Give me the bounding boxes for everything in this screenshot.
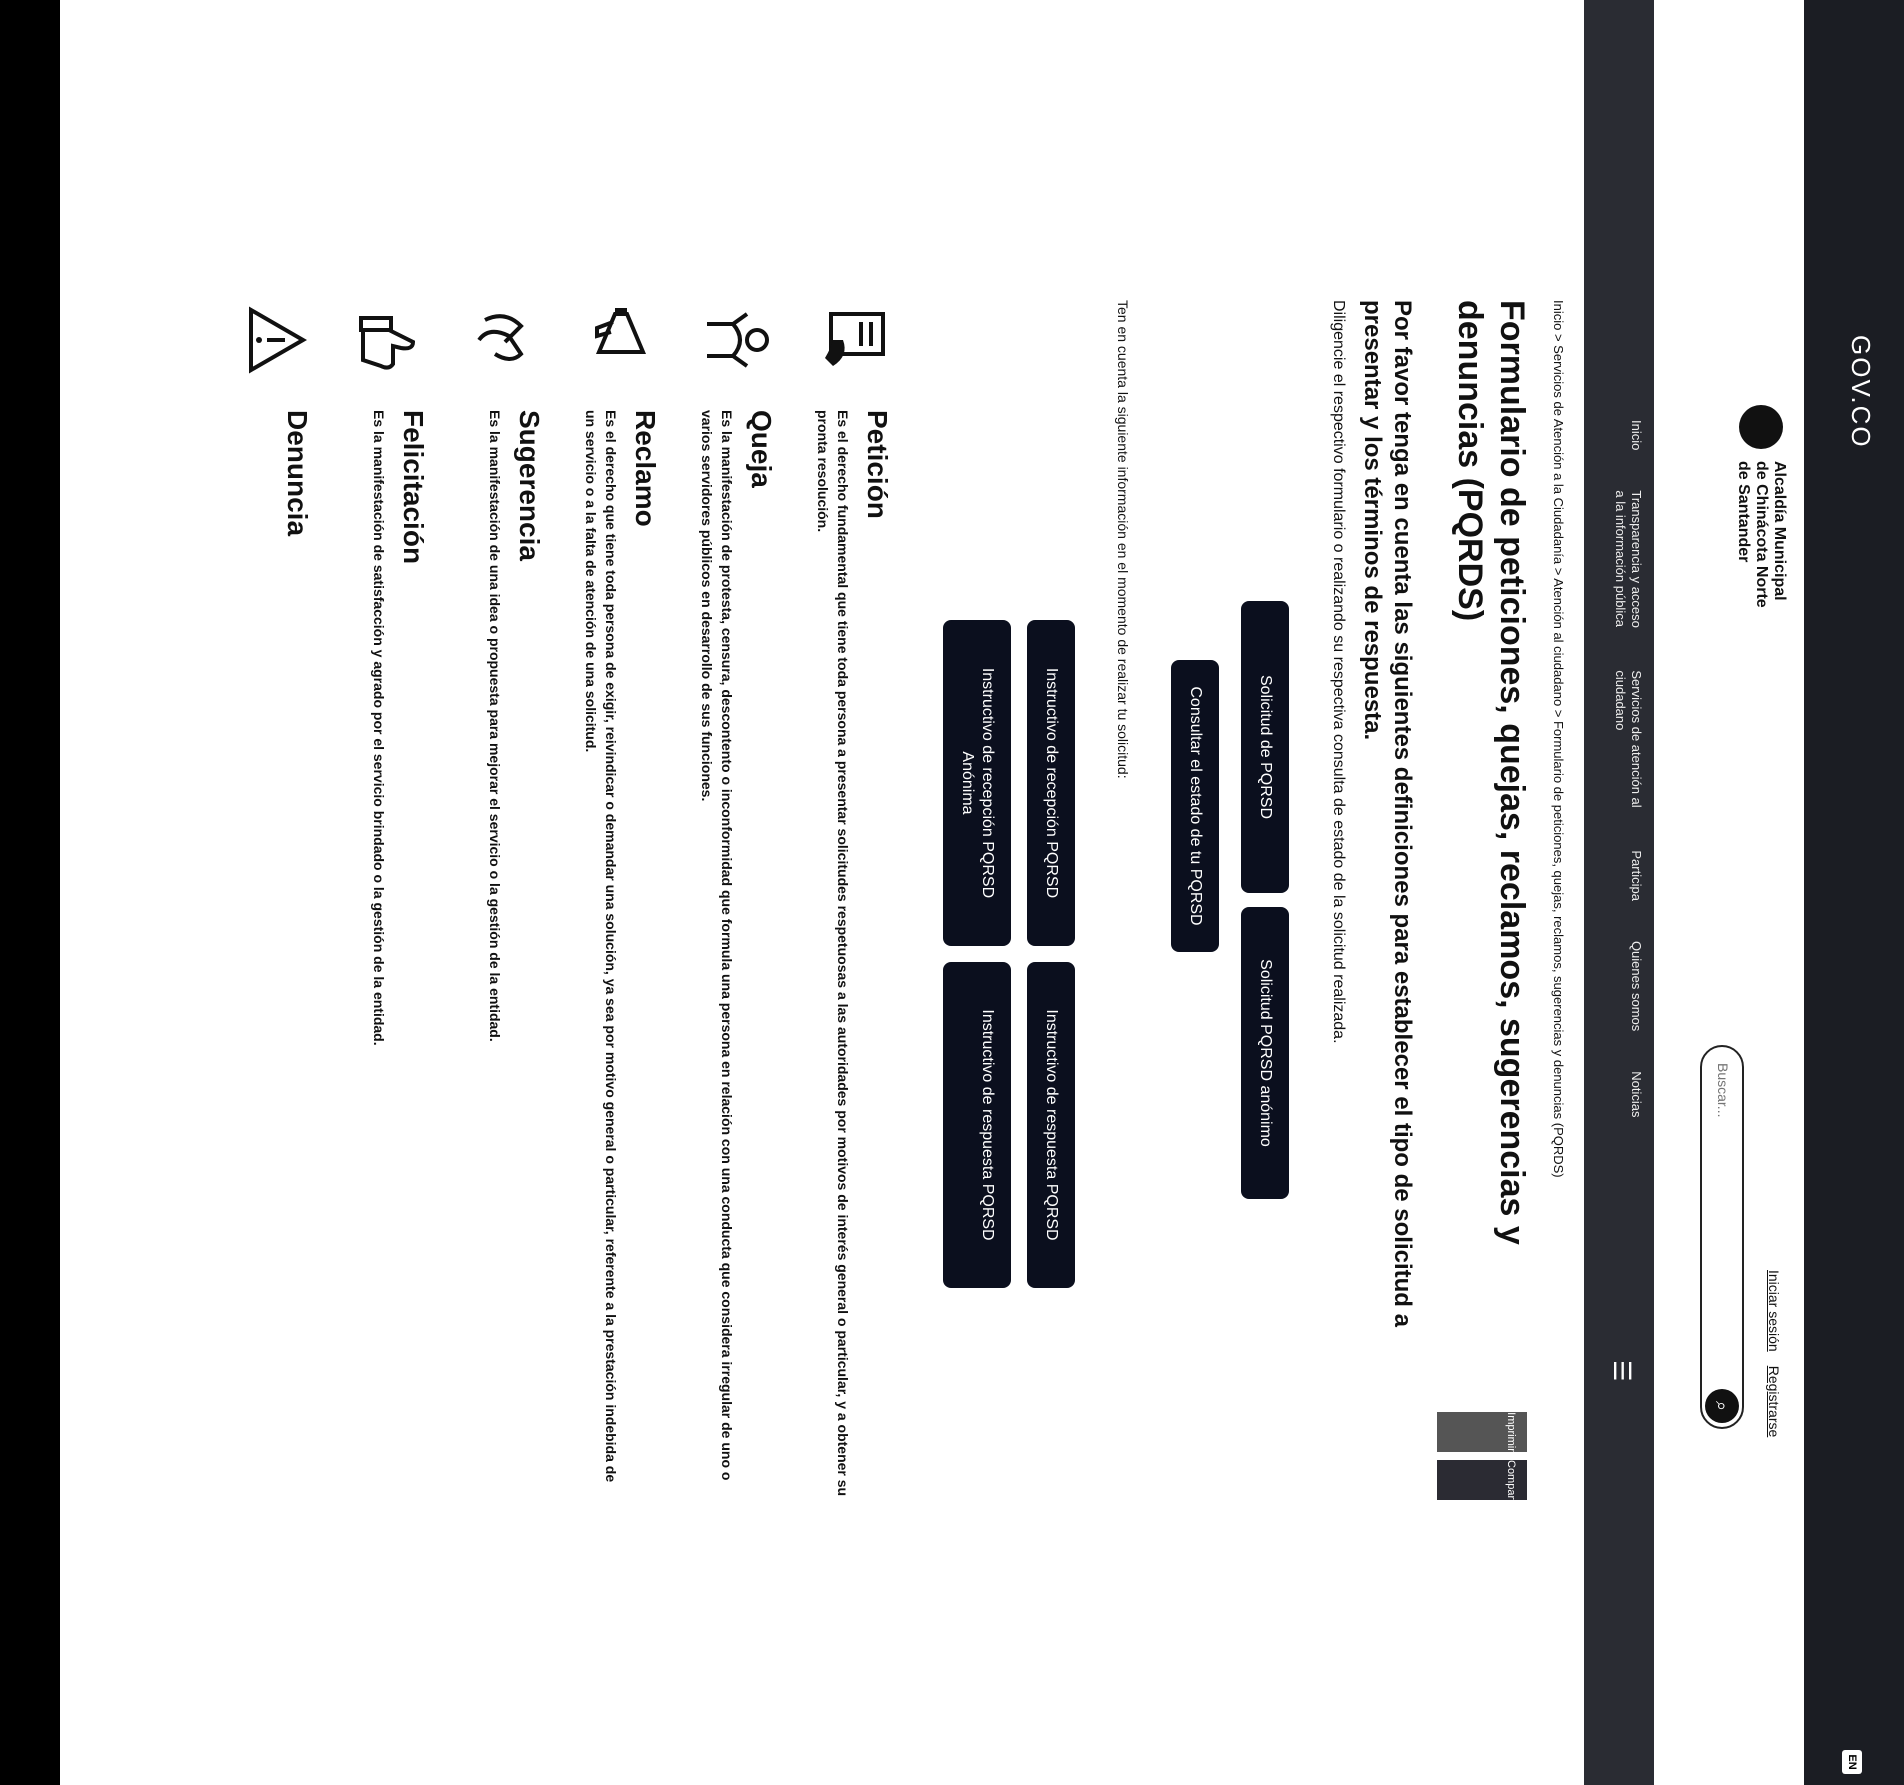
- definition-title: Queja: [746, 410, 777, 488]
- gov-topbar: EN GOV.CO: [1804, 0, 1904, 1785]
- definition-item: Denuncia: [233, 300, 313, 1500]
- definition-text: Es la manifestación de protesta, censura…: [699, 410, 735, 1481]
- consult-note: Ten en cuenta la siguiente información e…: [1115, 300, 1131, 779]
- search-icon[interactable]: ⌕: [1705, 1389, 1739, 1423]
- definitions-list: Petición Es el derecho fundamental que t…: [233, 300, 893, 1500]
- definition-title: Reclamo: [630, 410, 661, 527]
- page: EN GOV.CO Alcaldía Municipal de Chinácot…: [0, 0, 1904, 1785]
- search-input[interactable]: [1714, 1061, 1732, 1365]
- brand[interactable]: Alcaldía Municipal de Chinácota Norte de…: [1734, 405, 1788, 621]
- definition-item: Sugerencia Es la manifestación de una id…: [465, 300, 545, 1500]
- definition-text: Es la manifestación de una idea o propue…: [487, 410, 503, 1042]
- pqrsd-request-button[interactable]: Solicitud de PQRSD: [1241, 601, 1289, 893]
- document-hand-icon: [813, 300, 893, 380]
- instructions-grid: Instructivo de recepción PQRSD Instructi…: [943, 300, 1075, 1500]
- definition-title: Felicitación: [398, 410, 429, 565]
- thumbs-up-icon: [349, 300, 429, 380]
- site-header: Alcaldía Municipal de Chinácota Norte de…: [1654, 0, 1804, 1785]
- nav-item-transparencia[interactable]: Transparencia y acceso a la información …: [1612, 490, 1644, 630]
- page-title: Formulario de peticiones, quejas, reclam…: [1451, 300, 1531, 1245]
- anonymous-pqrsd-button[interactable]: Solicitud PQRSD anónimo: [1241, 907, 1289, 1199]
- lead-text: Por favor tenga en cuenta las siguientes…: [1359, 300, 1416, 1327]
- nav-item-servicios[interactable]: Servicios de atención al ciudadano: [1612, 670, 1644, 810]
- breadcrumb[interactable]: Inicio > Servicios de Atención a la Ciud…: [1551, 300, 1566, 1500]
- clapping-hands-icon: [465, 300, 545, 380]
- lead-subtext: Diligencie el respectivo formulario o re…: [1330, 300, 1347, 1044]
- language-toggle[interactable]: EN: [1842, 1750, 1862, 1774]
- warning-hand-icon: [233, 300, 313, 380]
- consult-row: Consultar el estado de tu PQRSD: [1171, 300, 1219, 1500]
- instr-pqrsd-button[interactable]: Instructivo de recepción PQRSD: [1027, 620, 1075, 946]
- share-button[interactable]: Compartir: [1437, 1460, 1527, 1508]
- login-link[interactable]: Iniciar sesión: [1766, 1270, 1782, 1352]
- definition-item: Felicitación Es la manifestación de sati…: [349, 300, 429, 1500]
- instr-answer-button[interactable]: Instructivo de respuesta PQRSD: [1027, 962, 1075, 1288]
- nav-item-inicio[interactable]: Inicio: [1612, 420, 1644, 450]
- page-sheet: Alcaldía Municipal de Chinácota Norte de…: [60, 0, 1804, 1785]
- page-toolbar: Imprimir Compartir: [1437, 1412, 1527, 1508]
- nav-item-quienes-somos[interactable]: Quienes somos: [1612, 941, 1644, 1031]
- nav-item-participa[interactable]: Participa: [1612, 850, 1644, 901]
- nav-item-noticias[interactable]: Noticias: [1612, 1071, 1644, 1117]
- definition-title: Denuncia: [282, 410, 313, 537]
- search-box: ⌕: [1700, 1045, 1744, 1429]
- consult-status-button[interactable]: Consultar el estado de tu PQRSD: [1171, 660, 1219, 952]
- definition-item: Queja Es la manifestación de protesta, c…: [697, 300, 777, 1500]
- definition-item: Petición Es el derecho fundamental que t…: [813, 300, 893, 1500]
- definition-text: Es la manifestación de satisfacción y ag…: [371, 410, 387, 1046]
- protest-icon: [697, 300, 777, 380]
- definition-item: Reclamo Es el derecho que tiene toda per…: [581, 300, 661, 1500]
- megaphone-icon: [581, 300, 661, 380]
- definition-text: Es el derecho que tiene toda persona de …: [583, 410, 619, 1483]
- register-link[interactable]: Registrarse: [1766, 1366, 1782, 1438]
- main-nav: Inicio Transparencia y acceso a la infor…: [1584, 0, 1654, 1785]
- definition-title: Petición: [862, 410, 893, 519]
- brand-name: Alcaldía Municipal de Chinácota Norte de…: [1735, 461, 1788, 608]
- instr-anon-answer-button[interactable]: Instructivo de respuesta PQRSD: [943, 962, 1011, 1288]
- request-buttons: Solicitud de PQRSD Solicitud PQRSD anóni…: [1241, 300, 1289, 1500]
- definition-text: Es el derecho fundamental que tiene toda…: [815, 410, 851, 1497]
- municipal-seal-icon: [1739, 405, 1783, 449]
- print-button[interactable]: Imprimir: [1437, 1412, 1527, 1452]
- auth-links: Iniciar sesión Registrarse: [1766, 1270, 1782, 1437]
- instr-anon-button[interactable]: Instructivo de recepción PQRSD Anónima: [943, 620, 1011, 946]
- definition-title: Sugerencia: [514, 410, 545, 561]
- screenshot-stage: EN GOV.CO Alcaldía Municipal de Chinácot…: [0, 0, 1904, 1785]
- hamburger-menu-icon[interactable]: ☰: [1607, 1360, 1636, 1382]
- govco-logo[interactable]: GOV.CO: [1845, 335, 1876, 449]
- main-content: Inicio > Servicios de Atención a la Ciud…: [197, 300, 1574, 1508]
